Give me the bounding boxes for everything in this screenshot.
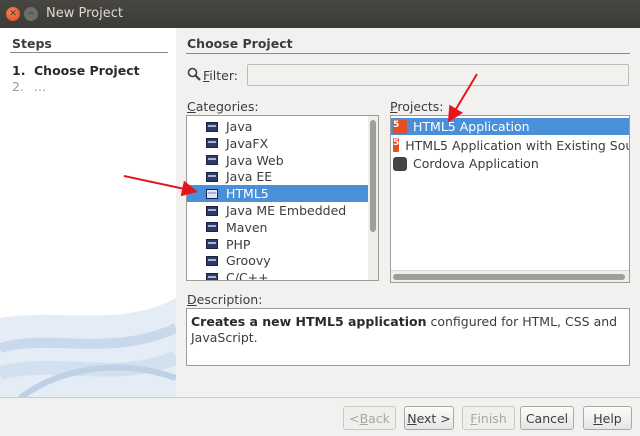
folder-icon	[206, 121, 218, 132]
category-label: C/C++	[226, 270, 269, 281]
category-item[interactable]: HTML5	[187, 185, 368, 203]
folder-icon	[206, 255, 218, 266]
filter-label: Filter:	[203, 68, 238, 83]
categories-list[interactable]: Java JavaFX Java Web Java EE HTML5 Java ME Em…	[186, 115, 379, 281]
filter-input[interactable]	[247, 64, 629, 86]
next-button[interactable]: Next >	[404, 406, 454, 430]
description-text: Creates a new HTML5 application configur…	[186, 308, 630, 366]
folder-icon	[206, 188, 218, 199]
category-item[interactable]: Java ME Embedded	[187, 202, 368, 219]
close-icon: ✕	[9, 8, 17, 19]
step-item-1: 1. Choose Project	[12, 63, 140, 78]
minimize-window-button[interactable]: −	[24, 7, 38, 21]
projects-list[interactable]: 5 HTML5 Application 5 HTML5 Application wit…	[390, 115, 630, 283]
steps-panel: Steps 1. Choose Project 2....	[0, 28, 176, 398]
project-label: HTML5 Application	[413, 119, 530, 134]
folder-icon	[206, 171, 218, 182]
button-bar-divider	[0, 397, 640, 398]
step-label: ...	[34, 79, 46, 94]
steps-divider	[10, 52, 168, 53]
scrollbar-thumb[interactable]	[393, 274, 625, 280]
scrollbar-thumb[interactable]	[370, 120, 376, 232]
cancel-button[interactable]: Cancel	[520, 406, 574, 430]
category-item[interactable]: Java	[187, 118, 368, 135]
minimize-icon: −	[27, 8, 35, 19]
finish-button[interactable]: Finish	[462, 406, 515, 430]
help-button[interactable]: Help	[583, 406, 632, 430]
folder-icon	[206, 239, 218, 250]
step-number: 2.	[12, 79, 24, 94]
decorative-swirl-graphic	[0, 298, 176, 398]
back-button[interactable]: < Back	[343, 406, 396, 430]
folder-icon	[206, 272, 218, 280]
category-label: Java	[226, 119, 253, 134]
project-label: Cordova Application	[413, 156, 539, 171]
project-item[interactable]: 5 HTML5 Application with Existing Sources	[391, 137, 629, 154]
category-item[interactable]: Java EE	[187, 168, 368, 185]
close-window-button[interactable]: ✕	[6, 7, 20, 21]
category-item[interactable]: C/C++	[187, 269, 368, 281]
categories-label: Categories:	[187, 99, 259, 114]
description-label: Description:	[187, 292, 263, 307]
category-label: Java Web	[226, 152, 284, 168]
folder-icon	[206, 138, 218, 149]
title-divider	[186, 53, 630, 54]
projects-label: Projects:	[390, 99, 444, 114]
page-title: Choose Project	[187, 36, 293, 51]
html5-icon: 5	[393, 138, 400, 152]
folder-icon	[206, 155, 218, 166]
description-bold-text: Creates a new HTML5 application	[191, 314, 427, 329]
category-item[interactable]: Maven	[187, 219, 368, 236]
category-item[interactable]: Java Web	[187, 152, 368, 169]
category-label: PHP	[226, 236, 251, 252]
categories-scrollbar[interactable]	[368, 116, 378, 280]
folder-icon	[206, 205, 218, 216]
project-label: HTML5 Application with Existing Sources	[405, 137, 629, 153]
category-label: Maven	[226, 219, 268, 235]
folder-icon	[206, 222, 218, 233]
projects-horizontal-scrollbar[interactable]	[391, 270, 629, 282]
window-title: New Project	[46, 6, 123, 21]
project-item[interactable]: Cordova Application	[391, 155, 629, 172]
category-label: Groovy	[226, 253, 271, 269]
category-label: HTML5	[226, 186, 269, 202]
step-label: Choose Project	[34, 63, 140, 78]
cordova-icon	[393, 156, 407, 171]
category-item[interactable]: PHP	[187, 236, 368, 253]
category-item[interactable]: Groovy	[187, 252, 368, 269]
category-label: Java ME Embedded	[226, 203, 347, 218]
step-item-2: 2....	[12, 79, 46, 94]
step-number: 1.	[12, 63, 26, 78]
search-icon	[187, 67, 201, 81]
steps-title: Steps	[12, 36, 52, 51]
html5-icon: 5	[393, 119, 407, 134]
title-bar: ✕ − New Project	[0, 0, 640, 28]
category-label: Java EE	[226, 169, 273, 185]
category-label: JavaFX	[226, 135, 269, 151]
project-item[interactable]: 5 HTML5 Application	[391, 118, 629, 135]
category-item[interactable]: JavaFX	[187, 135, 368, 152]
